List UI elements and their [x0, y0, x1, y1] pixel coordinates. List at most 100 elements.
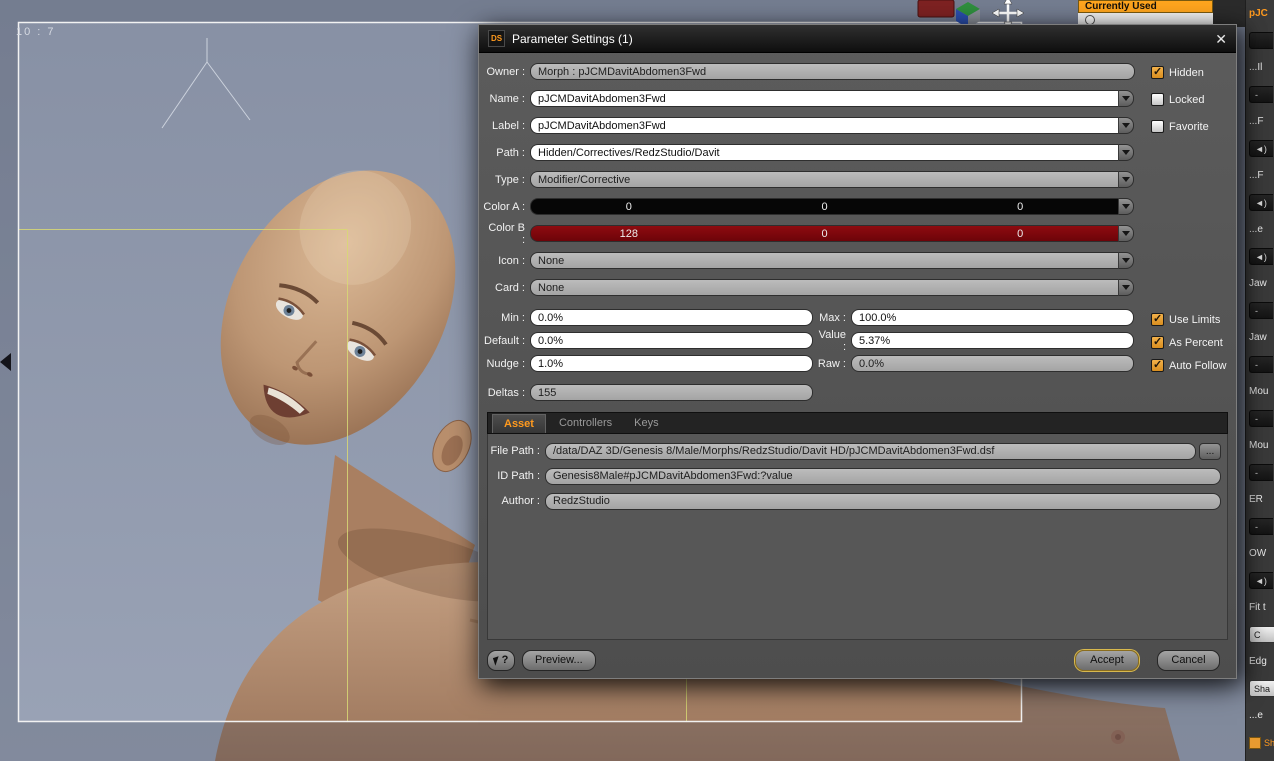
- label-dropdown-button[interactable]: [1118, 117, 1134, 134]
- value-field[interactable]: 5.37%: [851, 332, 1134, 349]
- slider-bar[interactable]: -: [1249, 86, 1273, 103]
- label-field[interactable]: pJCMDavitAbdomen3Fwd: [530, 117, 1118, 134]
- card-dropdown-button[interactable]: [1118, 279, 1134, 296]
- panel-collapse-arrow-icon[interactable]: [0, 353, 11, 371]
- currently-used-header[interactable]: Currently Used: [1078, 0, 1213, 13]
- path-field[interactable]: Hidden/Correctives/RedzStudio/Davit: [530, 144, 1118, 161]
- path-label: Path :: [496, 146, 525, 159]
- name-dropdown-button[interactable]: [1118, 90, 1134, 107]
- browse-button[interactable]: ...: [1199, 442, 1221, 460]
- param-button[interactable]: C: [1246, 621, 1274, 648]
- param-slider[interactable]: -: [1246, 459, 1274, 486]
- param-button-face[interactable]: Sha: [1249, 680, 1274, 697]
- param-slider[interactable]: ◄): [1246, 567, 1274, 594]
- param-label: ...e: [1249, 224, 1263, 235]
- checkbox-icon[interactable]: [1249, 736, 1261, 749]
- panel-gap: [1213, 0, 1245, 27]
- color-a-green[interactable]: 0: [727, 201, 923, 213]
- color-b-green[interactable]: 0: [727, 228, 923, 240]
- preview-button[interactable]: Preview...: [522, 649, 596, 671]
- max-label: Max :: [819, 311, 846, 324]
- mute-speaker-icon[interactable]: ◄): [1249, 140, 1273, 157]
- slider-bar[interactable]: -: [1249, 302, 1273, 319]
- param-button-face[interactable]: C: [1249, 626, 1274, 643]
- type-dropdown-button[interactable]: [1118, 171, 1134, 188]
- name-label: Name :: [489, 92, 525, 105]
- use-limits-checkbox[interactable]: Use Limits: [1151, 310, 1226, 329]
- slider-bar[interactable]: -: [1249, 518, 1273, 535]
- color-a-red[interactable]: 0: [531, 201, 727, 213]
- name-field[interactable]: pJCMDavitAbdomen3Fwd: [530, 90, 1118, 107]
- as-percent-checkbox[interactable]: As Percent: [1151, 333, 1226, 352]
- deltas-label: Deltas :: [487, 386, 525, 399]
- nudge-field[interactable]: 1.0%: [530, 355, 813, 372]
- param-slider[interactable]: -: [1246, 405, 1274, 432]
- slider-bar[interactable]: -: [1249, 356, 1273, 373]
- parameter-settings-dialog: DS Parameter Settings (1) ✕ Owner : Morp…: [478, 24, 1237, 679]
- locked-checkbox[interactable]: Locked: [1151, 90, 1209, 109]
- mute-speaker-icon[interactable]: ◄): [1249, 572, 1273, 589]
- icon-dropdown-button[interactable]: [1118, 252, 1134, 269]
- dialog-titlebar[interactable]: DS Parameter Settings (1) ✕: [479, 25, 1236, 53]
- param-slider[interactable]: -: [1246, 81, 1274, 108]
- default-field[interactable]: 0.0%: [530, 332, 813, 349]
- min-field[interactable]: 0.0%: [530, 309, 813, 326]
- dialog-title: Parameter Settings (1): [512, 31, 633, 46]
- hidden-checkbox[interactable]: Hidden: [1151, 63, 1209, 82]
- param-slider[interactable]: ◄): [1246, 243, 1274, 270]
- card-label: Card :: [495, 281, 525, 294]
- max-field[interactable]: 100.0%: [851, 309, 1134, 326]
- mute-speaker-icon[interactable]: ◄): [1249, 248, 1273, 265]
- card-field: None: [530, 279, 1118, 296]
- param-label: Jaw: [1249, 278, 1267, 289]
- flag-checkboxes: Hidden Locked Favorite: [1151, 63, 1209, 144]
- cancel-button[interactable]: Cancel: [1157, 649, 1220, 671]
- color-b-blue[interactable]: 0: [922, 228, 1118, 240]
- param-slider[interactable]: -: [1246, 297, 1274, 324]
- value-label: Value :: [818, 328, 846, 353]
- param-slider[interactable]: ◄): [1246, 135, 1274, 162]
- color-a-dropdown-button[interactable]: [1118, 198, 1134, 215]
- daz-studio-icon: DS: [488, 30, 505, 47]
- asset-panel: File Path : /data/DAZ 3D/Genesis 8/Male/…: [487, 434, 1228, 640]
- owner-field: Morph : pJCMDavitAbdomen3Fwd: [530, 63, 1135, 80]
- slider-bar[interactable]: [1249, 32, 1273, 49]
- as-percent-checkbox-box[interactable]: [1151, 335, 1164, 349]
- param-label: ...e: [1249, 710, 1263, 721]
- tab-asset[interactable]: Asset: [492, 414, 546, 433]
- slider-bar[interactable]: -: [1249, 464, 1273, 481]
- color-a-field[interactable]: 0 0 0: [530, 198, 1118, 215]
- hidden-checkbox-box[interactable]: [1151, 65, 1164, 79]
- path-dropdown-button[interactable]: [1118, 144, 1134, 161]
- favorite-checkbox[interactable]: Favorite: [1151, 117, 1209, 136]
- color-b-red[interactable]: 128: [531, 228, 727, 240]
- param-slider[interactable]: [1246, 27, 1274, 54]
- color-b-field[interactable]: 128 0 0: [530, 225, 1118, 242]
- currently-used-panel: Currently Used: [1078, 0, 1213, 26]
- param-slider[interactable]: ◄): [1246, 189, 1274, 216]
- color-a-blue[interactable]: 0: [922, 201, 1118, 213]
- limit-checkboxes: Use Limits As Percent Auto Follow: [1151, 310, 1226, 379]
- slider-bar[interactable]: -: [1249, 410, 1273, 427]
- accept-button[interactable]: Accept: [1075, 649, 1139, 671]
- param-button[interactable]: Sha: [1246, 675, 1274, 702]
- param-slider[interactable]: -: [1246, 351, 1274, 378]
- favorite-checkbox-box[interactable]: [1151, 120, 1164, 133]
- mute-speaker-icon[interactable]: ◄): [1249, 194, 1273, 211]
- param-label: Jaw: [1249, 332, 1267, 343]
- close-icon[interactable]: ✕: [1215, 32, 1227, 46]
- tab-controllers[interactable]: Controllers: [548, 413, 623, 433]
- whats-this-button[interactable]: ?: [487, 649, 515, 671]
- auto-follow-checkbox[interactable]: Auto Follow: [1151, 356, 1226, 375]
- icon-label: Icon :: [498, 254, 525, 267]
- color-b-dropdown-button[interactable]: [1118, 225, 1134, 242]
- param-label: OW: [1249, 548, 1267, 559]
- use-limits-checkbox-box[interactable]: [1151, 312, 1164, 326]
- auto-follow-checkbox-box[interactable]: [1151, 358, 1164, 372]
- radio-icon[interactable]: [1085, 14, 1095, 25]
- show-sub-items-checkbox[interactable]: Show: [1246, 729, 1274, 756]
- parameters-sidebar[interactable]: pJC ...Il - ...F ◄) ...F ◄) ...e ◄) Jaw - Jaw - Mou - M…: [1245, 0, 1274, 761]
- locked-checkbox-box[interactable]: [1151, 93, 1164, 106]
- tab-keys[interactable]: Keys: [623, 413, 669, 433]
- param-slider[interactable]: -: [1246, 513, 1274, 540]
